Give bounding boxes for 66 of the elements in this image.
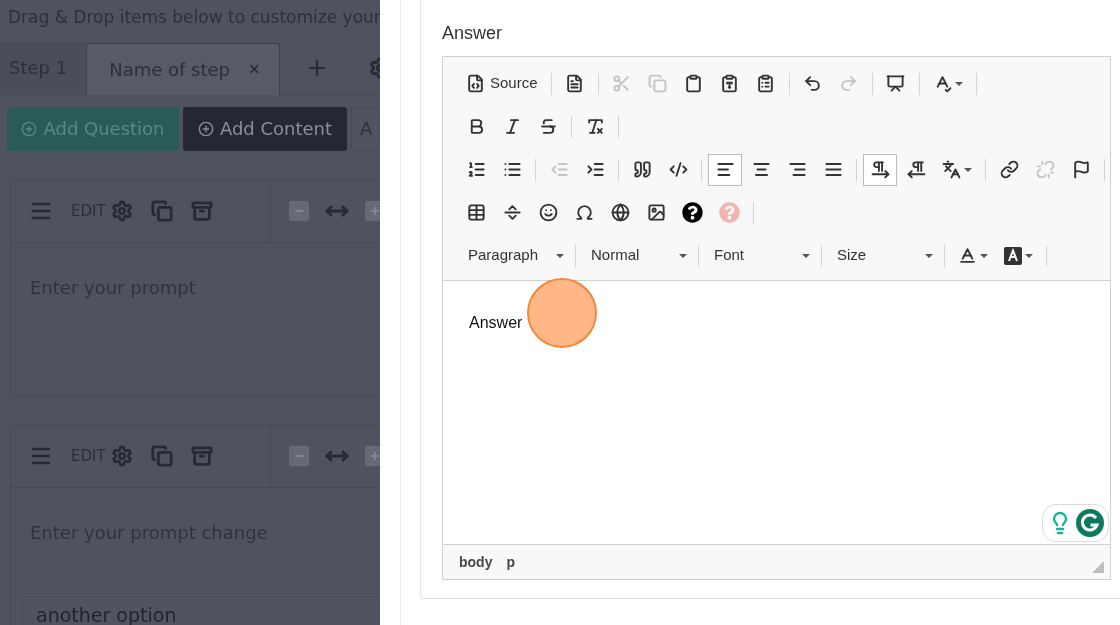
grammarly-icon[interactable] — [1075, 508, 1105, 538]
left-to-right-button[interactable] — [863, 153, 897, 186]
anchor-icon — [1071, 160, 1091, 179]
element-path-item[interactable]: p — [506, 551, 515, 573]
plus-icon — [369, 205, 380, 217]
smiley-icon — [538, 203, 558, 222]
element-path-item[interactable]: body — [459, 551, 493, 573]
language-icon — [942, 160, 961, 179]
format-dropdown[interactable]: Font — [704, 241, 816, 270]
horizontal-line-icon — [502, 203, 522, 222]
document-icon — [565, 74, 585, 93]
remove-format-icon — [585, 117, 605, 136]
caret-icon — [925, 253, 933, 258]
add-button[interactable]: Add Content — [183, 106, 347, 151]
help-icon — [719, 202, 740, 223]
editor-content[interactable]: Answer — [469, 311, 523, 335]
unlink-icon — [1035, 160, 1055, 179]
cut-icon — [612, 74, 632, 93]
format-dropdown[interactable]: Size — [827, 241, 939, 270]
globe-icon — [610, 203, 630, 222]
text-color-icon — [958, 246, 977, 265]
plus-icon — [369, 450, 380, 462]
template-icon — [886, 74, 906, 93]
close-tab[interactable]: × — [248, 57, 261, 81]
source-icon — [466, 74, 485, 93]
resize-handle[interactable] — [1092, 561, 1104, 573]
link-icon — [999, 160, 1019, 179]
bulleted-list-icon — [502, 160, 522, 179]
caret-icon — [980, 253, 988, 258]
caret-icon — [964, 167, 972, 172]
plus-circle-icon — [197, 120, 214, 137]
image-icon — [646, 203, 666, 222]
caret-icon — [1025, 253, 1033, 258]
caret-icon — [679, 253, 687, 258]
align-left-icon — [715, 160, 735, 179]
align-center-icon — [751, 160, 771, 179]
blockquote-icon — [632, 160, 652, 179]
grammarly-widget[interactable] — [1042, 504, 1109, 542]
align-justify-icon — [823, 160, 843, 179]
right-to-left-icon — [906, 160, 926, 179]
caret-icon — [556, 253, 564, 258]
help-icon — [682, 202, 703, 223]
outdent-icon — [549, 160, 569, 179]
div-container-icon — [668, 160, 688, 179]
numbered-list-icon — [466, 160, 486, 179]
caret-icon — [954, 81, 963, 86]
caret-icon — [802, 253, 810, 258]
align-left-button[interactable] — [708, 153, 742, 186]
plus-circle-icon — [21, 120, 38, 137]
special-character-icon — [574, 203, 594, 222]
copy-icon — [648, 74, 668, 93]
field-label: Answer — [442, 22, 504, 45]
format-dropdown[interactable]: Paragraph — [458, 241, 570, 270]
source-button[interactable]: Source — [459, 67, 545, 100]
left-to-right-icon — [870, 160, 890, 179]
undo-icon — [803, 74, 823, 93]
paste-icon — [684, 74, 704, 93]
format-dropdown[interactable]: Normal — [581, 241, 693, 270]
indent-icon — [585, 160, 605, 179]
paste-word-icon — [756, 74, 776, 93]
background-color-icon — [1004, 246, 1022, 265]
redo-icon — [839, 74, 859, 93]
align-right-icon — [787, 160, 807, 179]
table-icon — [466, 203, 486, 222]
strikethrough-icon — [538, 117, 558, 136]
paste-text-icon — [720, 74, 740, 93]
